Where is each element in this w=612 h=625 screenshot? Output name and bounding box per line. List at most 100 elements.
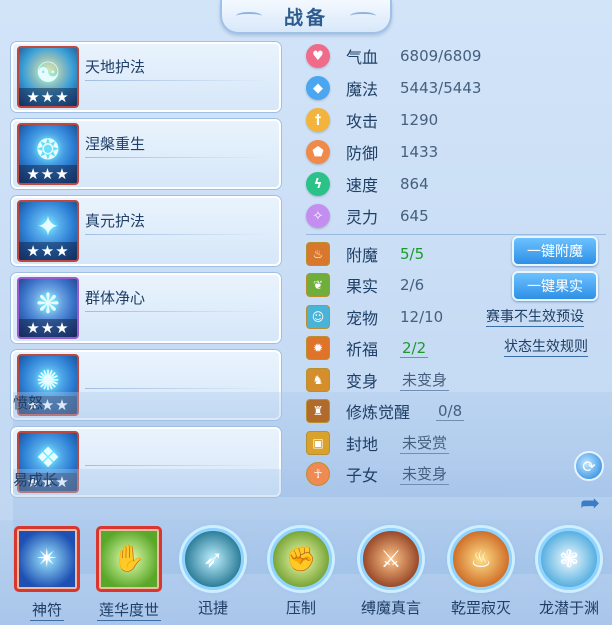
swift-icon: ➶ [182,528,244,590]
skill-name: 涅槃重生 [85,135,146,153]
stats-panel: ♥ 气血 6809/6809 ◆ 魔法 5443/5443 † 攻击 1290 … [306,40,606,232]
one-click-enchant-button[interactable]: 一键附魔 [512,236,598,266]
status-rule-link[interactable]: 状态生效规则 [504,336,588,357]
skill-card-4[interactable]: ❋ ★★★ 群体净心 [11,273,281,343]
shield-icon: ⬟ [306,140,330,164]
status-value[interactable]: 12/10 [400,308,443,326]
bottom-skill-label: 压制 [285,599,316,617]
bottom-skill-4[interactable]: ✊ 压制 [266,526,336,618]
skill-card-6[interactable]: ❖ ★★★ 易成长 [11,427,612,574]
fruit-icon: ❦ [306,273,330,298]
divider [85,157,269,158]
stat-row-attack: † 攻击 1290 [306,104,606,136]
status-label: 宠物 [346,308,379,328]
skill-card-2[interactable]: ❂ ★★★ 涅槃重生 [11,119,281,189]
status-row-children: ☥ 子女 未变身 [306,459,606,491]
event-preset-link[interactable]: 赛事不生效预设 [486,306,584,327]
status-label: 修炼觉醒 [346,403,411,423]
stat-label: 灵力 [346,208,379,227]
suppress-icon: ✊ [270,528,332,590]
status-row-transform: ♞ 变身 未变身 [306,364,606,396]
stat-row-hp: ♥ 气血 6809/6809 [306,40,606,72]
extinction-icon: ♨ [450,528,512,590]
stat-value: 5443/5443 [400,79,482,97]
skill-emblem-icon: ✦ [36,210,60,243]
ornament-right [350,12,376,20]
skill-name: 真元护法 [85,212,146,230]
divider [85,465,269,466]
skill-card-3[interactable]: ✦ ★★★ 真元护法 [11,196,281,266]
diamond-icon: ◆ [306,76,330,100]
bottom-skill-2[interactable]: ✋ 莲华度世 [94,526,164,621]
status-label: 子女 [346,466,379,486]
bottom-skill-label: 莲华度世 [96,601,161,621]
fief-icon: ▣ [306,430,330,455]
status-row-cultivation: ♜ 修炼觉醒 0/8 [306,396,606,428]
skill-emblem-icon: ❋ [36,287,60,320]
bottom-skill-5[interactable]: ⚔ 缚魔真言 [356,526,426,618]
status-value[interactable]: 0/8 [436,402,465,421]
stat-value: 1433 [400,143,439,161]
bottom-skill-3[interactable]: ➶ 迅捷 [178,526,248,618]
dragon-icon: ❃ [538,528,600,590]
status-value: 2/6 [400,276,425,295]
star-rating: ★★★ [19,319,77,337]
bottom-skill-bar: ✴ 神符 ✋ 莲华度世 ➶ 迅捷 ✊ 压制 ⚔ 缚魔真言 ♨ 乾罡寂灭 ❃ 龙潜… [0,520,612,625]
spirit-icon: ✧ [306,204,330,228]
enchant-icon: ♨ [306,241,330,266]
status-label: 附魔 [346,245,379,265]
status-label: 变身 [346,371,379,391]
bottom-skill-label: 缚魔真言 [360,599,421,617]
sword-icon: † [306,108,330,132]
share-icon[interactable]: ➦ [574,488,606,518]
one-click-fruit-button[interactable]: 一键果实 [512,271,598,301]
bottom-skill-6[interactable]: ♨ 乾罡寂灭 [446,526,516,618]
status-value[interactable]: 2/2 [400,339,429,358]
skill-icon: ❂ ★★★ [17,123,79,185]
divider [85,80,269,81]
lightning-icon: ϟ [306,172,330,196]
status-label: 果实 [346,277,379,297]
skill-icon: ❋ ★★★ [17,277,79,339]
skill-name: 天地护法 [85,58,146,76]
stat-label: 攻击 [346,112,379,131]
talisman-icon: ✴ [14,526,80,592]
title-tab: 战备 [220,0,392,34]
bottom-skill-1[interactable]: ✴ 神符 [12,526,82,621]
skill-emblem-icon: ☯ [35,56,61,89]
status-row-fief: ▣ 封地 未受赏 [306,427,606,459]
refresh-icon[interactable]: ⟳ [574,451,604,481]
status-value: 5/5 [400,244,425,263]
skill-card-5[interactable]: ✺ ★★★ 愤怒 [11,350,612,497]
blessing-icon: ✹ [306,336,330,361]
stat-value: 645 [400,207,429,225]
bottom-skill-7[interactable]: ❃ 龙潜于渊 [534,526,604,618]
stat-label: 防御 [346,144,379,163]
stat-row-spirit: ✧ 灵力 645 [306,200,606,232]
cultivation-icon: ♜ [306,399,330,424]
stat-label: 气血 [346,48,379,67]
stat-value: 1290 [400,111,439,129]
skill-name: 群体净心 [85,289,146,307]
skill-icon: ☯ ★★★ [17,46,79,108]
status-label: 封地 [346,434,379,454]
status-value[interactable]: 未变身 [400,463,450,486]
bottom-skill-label: 神符 [29,601,64,621]
bottom-skill-label: 龙潜于渊 [538,599,599,617]
status-value[interactable]: 未变身 [400,369,450,391]
status-value[interactable]: 未受赏 [400,432,450,454]
stat-value: 6809/6809 [400,47,482,65]
skill-card-1[interactable]: ☯ ★★★ 天地护法 [11,42,281,112]
skill-list: ☯ ★★★ 天地护法 ❂ ★★★ 涅槃重生 ✦ ★★★ 真元护法 ❋ ★★★ 群… [11,42,612,574]
divider [85,311,269,312]
transform-icon: ♞ [306,367,330,392]
stat-row-mp: ◆ 魔法 5443/5443 [306,72,606,104]
heart-icon: ♥ [306,44,330,68]
stat-label: 魔法 [346,80,379,99]
stat-row-speed: ϟ 速度 864 [306,168,606,200]
stat-label: 速度 [346,176,379,195]
bottom-skill-label: 乾罡寂灭 [450,599,511,617]
stat-value: 864 [400,175,429,193]
children-icon: ☥ [306,462,330,487]
stat-row-defense: ⬟ 防御 1433 [306,136,606,168]
